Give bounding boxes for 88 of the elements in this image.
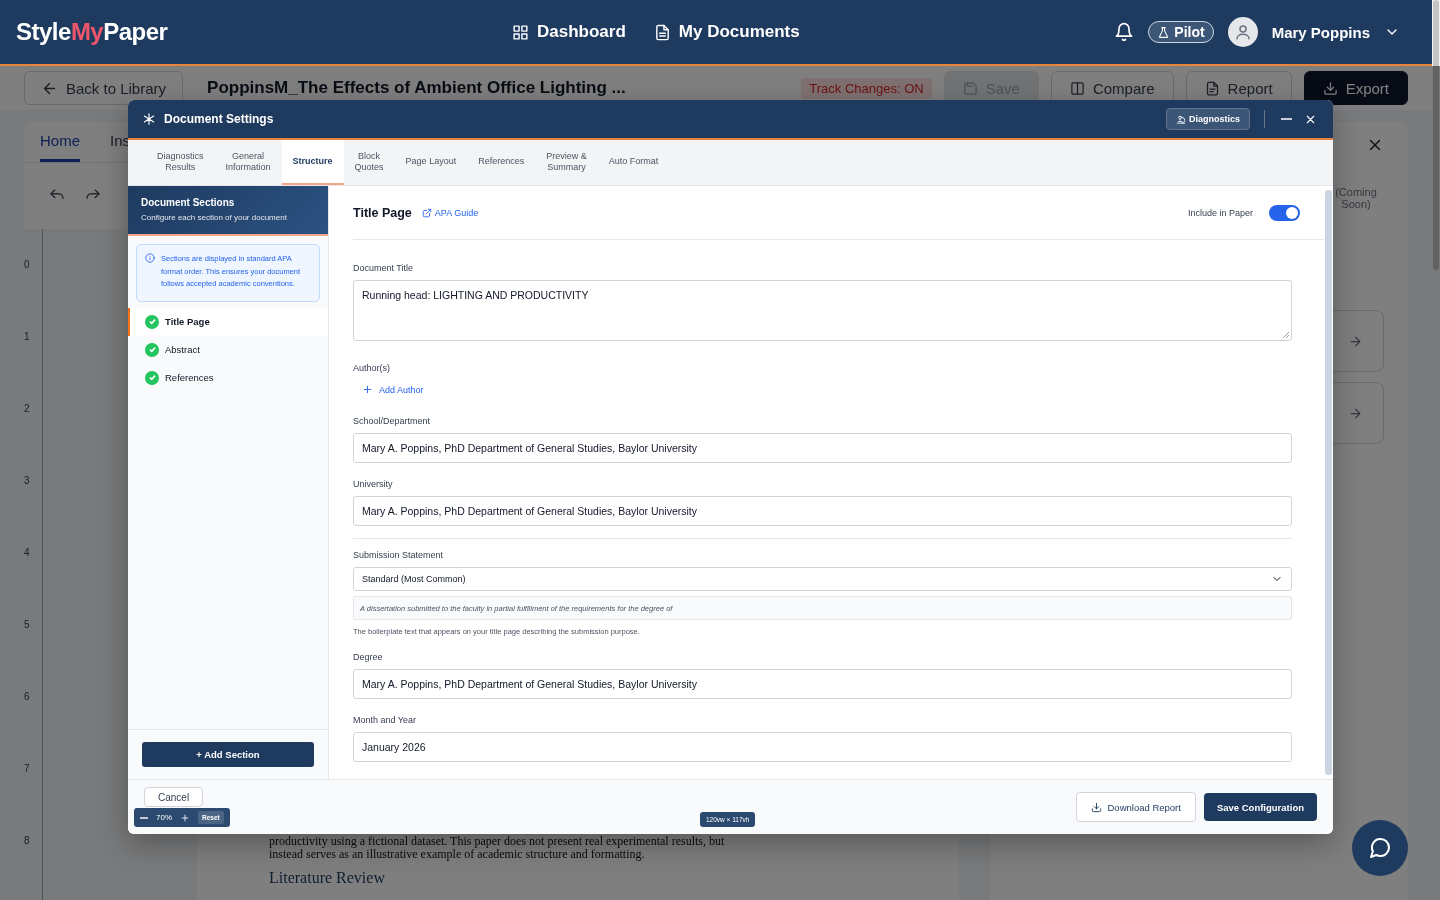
ruler-number: 8 xyxy=(24,835,31,848)
person-icon xyxy=(1233,23,1252,41)
field-label: Month and Year xyxy=(353,715,418,725)
add-author-button[interactable]: Add Author xyxy=(353,380,433,399)
settings-tab[interactable]: General Information xyxy=(214,140,282,185)
toggle-label: Include in Paper xyxy=(1187,207,1253,218)
external-link-icon xyxy=(421,207,432,218)
section-title: Title Page xyxy=(353,205,412,220)
document-title: PoppinsM_The Effects of Ambient Office Lighting ... xyxy=(207,78,626,98)
sections-subtitle: Configure each section of your document xyxy=(141,213,288,222)
settings-tab[interactable]: References xyxy=(467,140,536,185)
settings-tab[interactable]: Diagnostics Results xyxy=(146,140,215,185)
section-item[interactable]: References xyxy=(128,363,328,392)
field-label: Submission Statement xyxy=(353,550,445,560)
logo[interactable]: StyleMyPaper xyxy=(16,18,512,46)
ruler-number: 4 xyxy=(24,547,31,560)
ruler-number: 0 xyxy=(24,259,31,272)
arrow-right-icon xyxy=(1347,405,1363,421)
ruler-number: 7 xyxy=(24,763,31,776)
minus-icon xyxy=(1281,118,1292,120)
field-label: Degree xyxy=(353,652,384,662)
chat-icon xyxy=(1368,836,1392,860)
settings-tab[interactable]: Page Layout xyxy=(394,140,468,185)
download-icon xyxy=(1090,801,1102,813)
plus-icon xyxy=(180,812,190,823)
download-report-button[interactable]: Download Report xyxy=(1075,792,1196,822)
section-item[interactable]: Abstract xyxy=(128,335,328,364)
field-label: School/Department xyxy=(353,416,432,426)
toolbar-button[interactable]: Export xyxy=(1303,71,1408,105)
sparkle-icon xyxy=(142,112,156,126)
coming-soon-label: (Coming Soon) xyxy=(1334,186,1378,210)
document-icon xyxy=(1204,80,1220,96)
floppy-icon xyxy=(962,80,978,96)
save-configuration-button[interactable]: Save Configuration xyxy=(1203,793,1317,821)
ruler-number: 2 xyxy=(24,403,31,416)
resize-grip-icon[interactable] xyxy=(1282,331,1290,339)
add-section-button[interactable]: + Add Section xyxy=(142,742,314,767)
input-field[interactable]: Mary A. Poppins, PhD Department of General Studies, Baylor University xyxy=(353,433,1292,463)
microscope-icon xyxy=(1176,114,1186,124)
pilot-badge[interactable]: Pilot xyxy=(1148,21,1214,43)
field-label: Document Title xyxy=(353,263,415,273)
columns-icon xyxy=(1069,80,1085,96)
section-label: Abstract xyxy=(165,344,200,355)
plus-icon xyxy=(362,384,373,395)
nav-link[interactable]: Dashboard xyxy=(512,22,626,42)
section-item[interactable]: Title Page xyxy=(128,307,328,336)
select-field[interactable]: Standard (Most Common) xyxy=(353,567,1292,591)
settings-tab[interactable]: Structure xyxy=(281,140,344,185)
zoom-out-button[interactable] xyxy=(140,816,148,819)
dialog-title: Document Settings xyxy=(164,112,274,126)
nav-link[interactable]: My Documents xyxy=(653,22,800,42)
apa-guide-link[interactable]: APA Guide xyxy=(421,207,479,218)
scrollbar[interactable] xyxy=(1432,0,1440,900)
avatar[interactable] xyxy=(1227,17,1258,47)
settings-tab[interactable]: Preview & Summary xyxy=(535,140,598,185)
paragraph: productivity using a fictional dataset. This paper does not present real experimental results, but instead serves as an illustrative example of academic structure and formatting. xyxy=(269,835,726,861)
zoom-level: 70% xyxy=(156,813,172,822)
field-label: University xyxy=(353,479,394,489)
bell-icon xyxy=(1114,22,1135,42)
section-label: Title Page xyxy=(165,316,210,327)
input-field[interactable]: January 2026 xyxy=(353,732,1292,762)
ruler-number: 5 xyxy=(24,619,31,632)
download-icon xyxy=(1322,80,1338,96)
field-label: Author(s) xyxy=(353,363,391,373)
settings-tab[interactable]: Auto Format xyxy=(597,140,670,185)
grid-icon xyxy=(512,23,529,41)
back-button[interactable]: Back to Library xyxy=(24,71,184,105)
diagnostics-button[interactable]: Diagnostics xyxy=(1166,108,1250,130)
document-icon xyxy=(653,23,671,41)
user-name[interactable]: Mary Poppins xyxy=(1271,23,1370,41)
input-field[interactable]: Mary A. Poppins, PhD Department of General Studies, Baylor University xyxy=(353,669,1292,699)
section-heading: Literature Review xyxy=(269,869,386,887)
ruler-number: 1 xyxy=(24,331,31,344)
text-area[interactable]: Running head: LIGHTING AND PRODUCTIVITY xyxy=(353,280,1292,341)
zoom-in-button[interactable] xyxy=(180,812,190,823)
sections-title: Document Sections xyxy=(141,197,236,208)
settings-tab[interactable]: Block Quotes xyxy=(343,140,395,185)
ruler-number: 3 xyxy=(24,475,31,488)
arrow-right-icon xyxy=(1347,333,1363,349)
input-field[interactable]: Mary A. Poppins, PhD Department of General Studies, Baylor University xyxy=(353,496,1292,526)
ruler-number: 6 xyxy=(24,691,31,704)
minus-icon xyxy=(140,816,148,819)
minimize-button[interactable] xyxy=(1279,116,1294,122)
info-icon xyxy=(145,253,155,263)
flask-icon xyxy=(1157,25,1171,39)
toggle-switch[interactable] xyxy=(1269,204,1300,221)
cancel-button[interactable]: Cancel xyxy=(144,787,204,807)
section-label: References xyxy=(165,372,214,383)
